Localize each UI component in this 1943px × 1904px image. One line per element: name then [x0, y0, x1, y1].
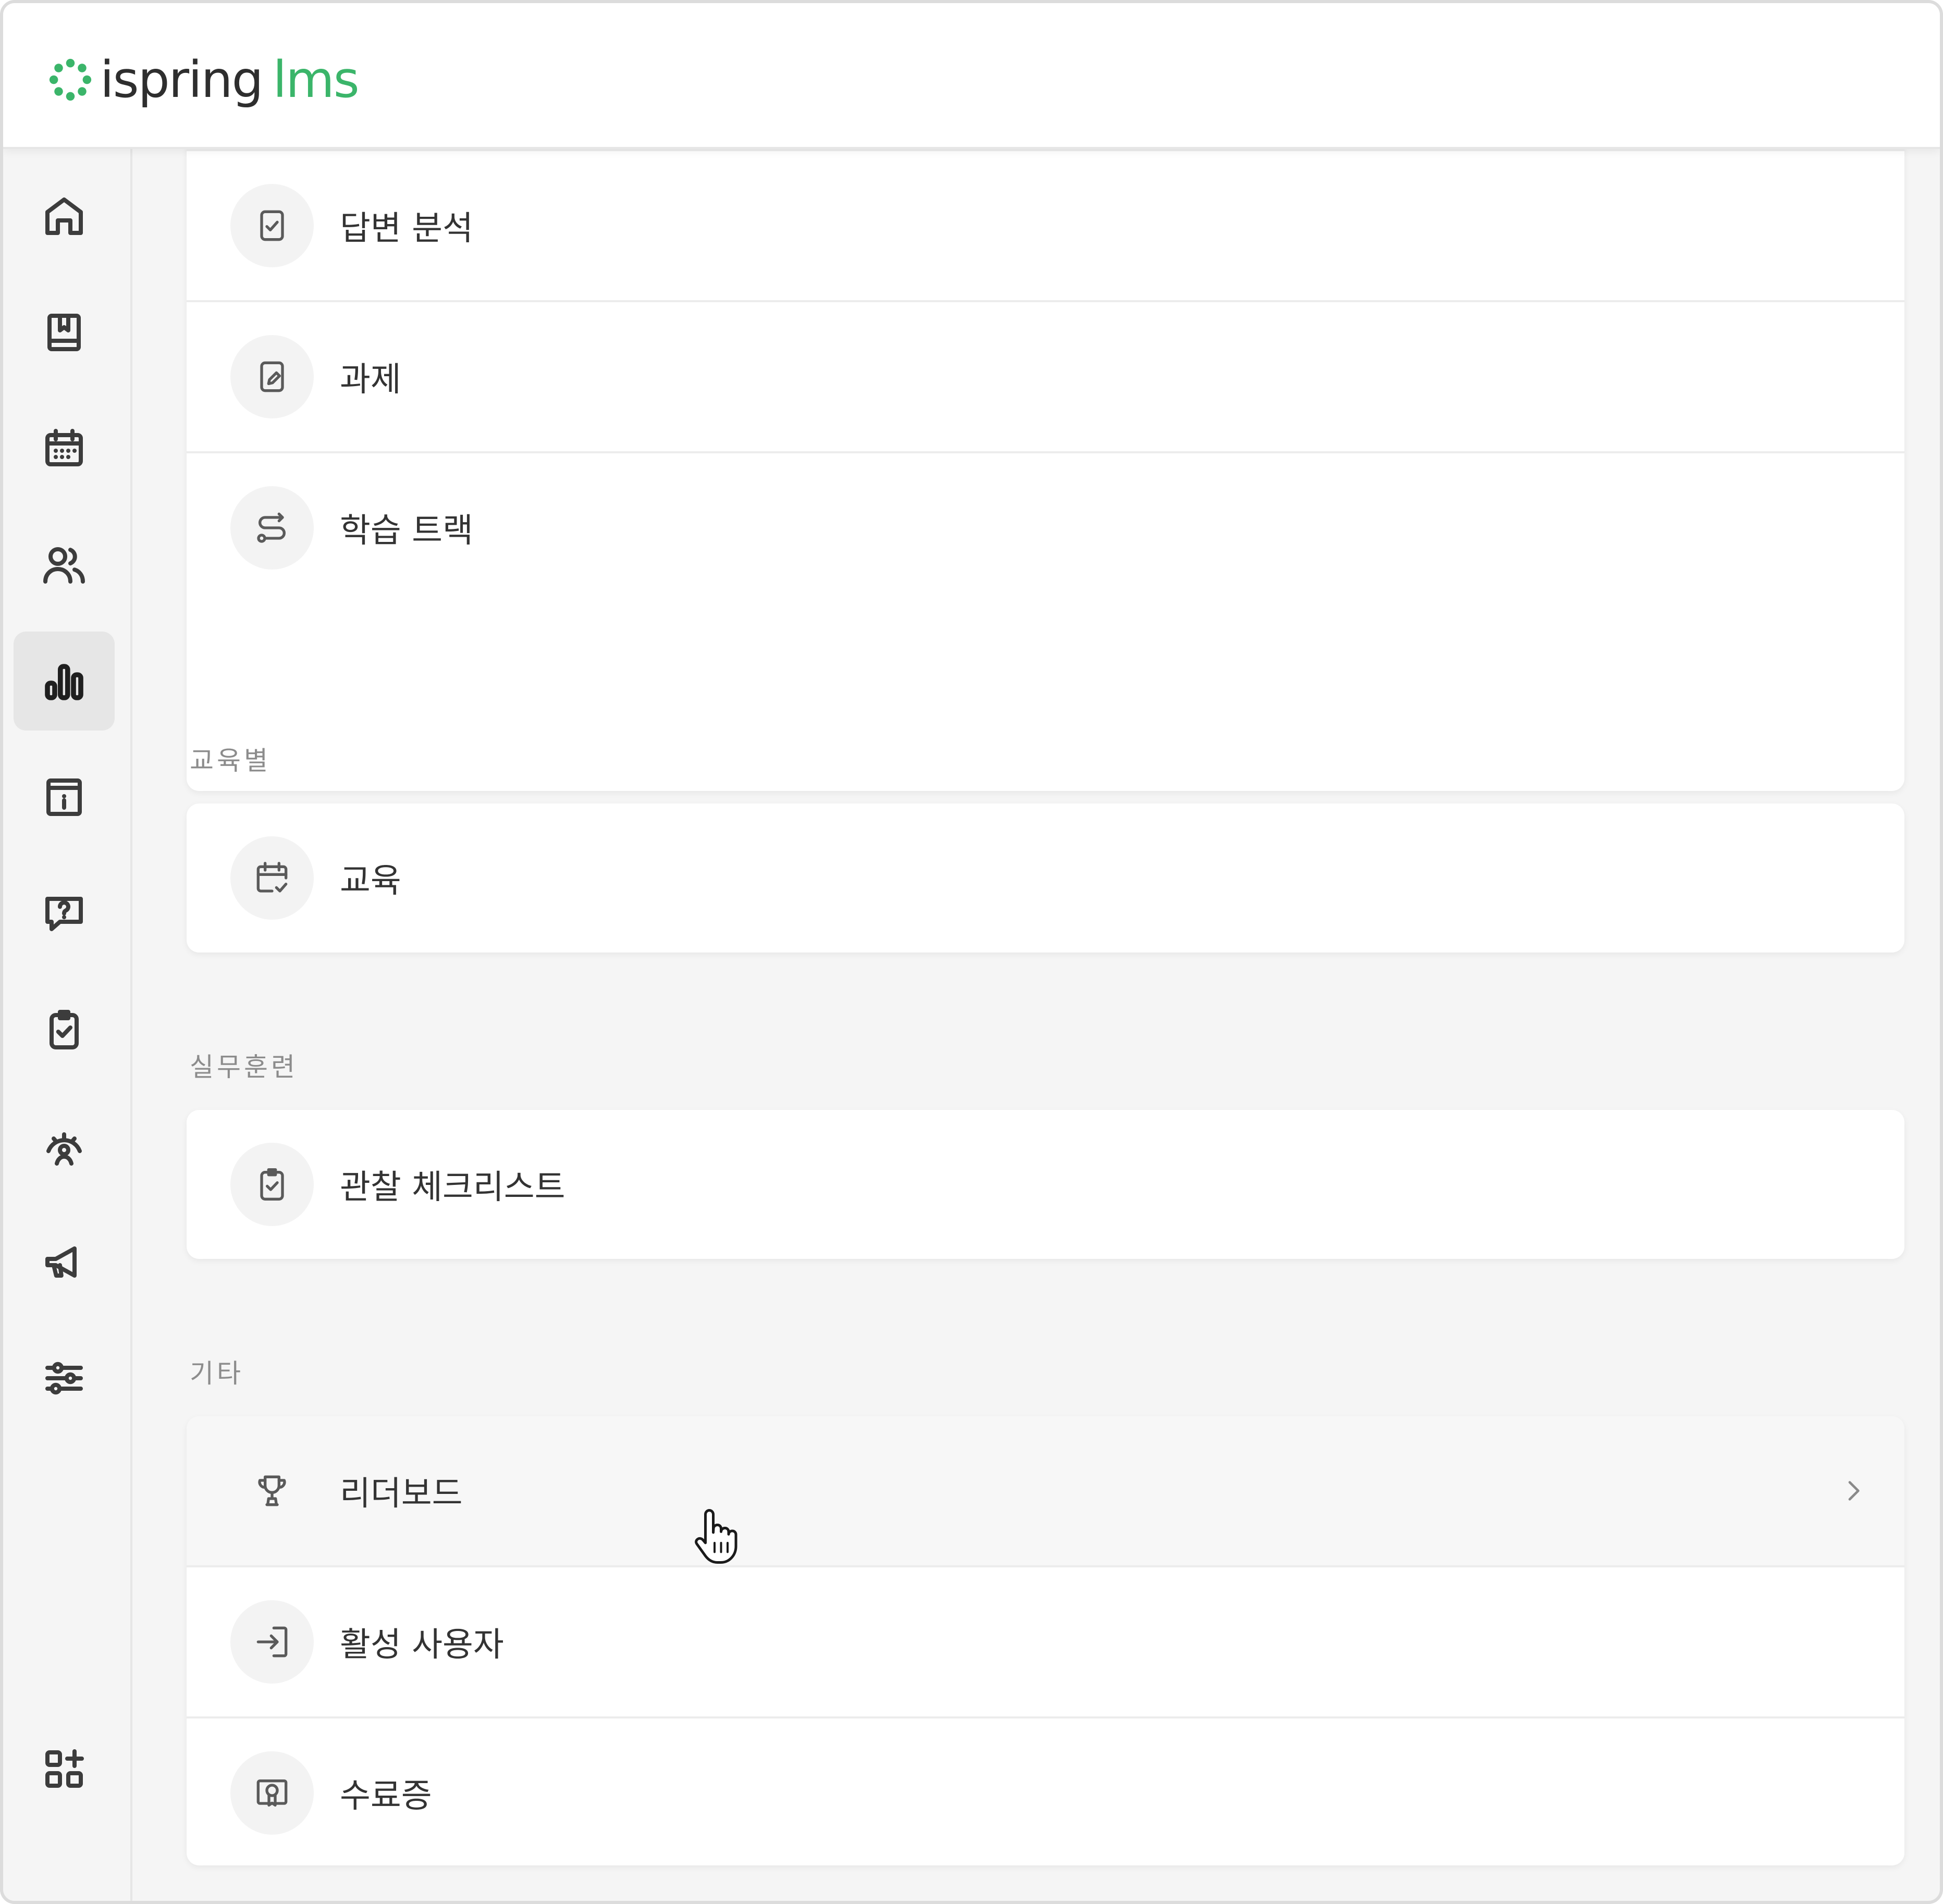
book-bookmark-icon	[47, 314, 81, 351]
ispring-logo-icon	[49, 58, 92, 101]
sign-in-icon	[256, 1626, 288, 1658]
sidebar-item-settings[interactable]	[14, 1329, 115, 1428]
report-item-label: 수료증	[340, 1777, 432, 1815]
sidebar-item-calendar[interactable]	[14, 399, 115, 498]
report-item-learning-tracks[interactable]: 학습 트랙	[187, 451, 1904, 602]
report-item-label: 리더보드	[340, 1475, 463, 1513]
row-icon	[230, 184, 314, 267]
sidebar-item-info[interactable]	[14, 748, 115, 847]
check-document-icon	[260, 210, 284, 241]
report-item-label: 활성 사용자	[340, 1626, 504, 1664]
users-icon	[43, 547, 85, 584]
sidebar-item-library[interactable]	[14, 283, 115, 382]
row-icon	[230, 1751, 314, 1835]
sidebar-item-questions[interactable]	[14, 864, 115, 963]
gauge-person-icon	[46, 1132, 82, 1166]
report-item-active-users[interactable]: 활성 사용자	[187, 1565, 1904, 1716]
report-item-leaderboard[interactable]: 리더보드	[187, 1416, 1904, 1565]
apps-plus-icon	[45, 1749, 84, 1788]
report-item-events[interactable]: 교육	[187, 803, 1904, 953]
sidebar-item-reports[interactable]	[14, 632, 115, 731]
calendar-check-icon	[256, 862, 288, 893]
report-item-label: 교육	[340, 862, 401, 900]
section-title-other: 기타	[190, 1358, 244, 1389]
sidebar-item-assessment[interactable]	[14, 1096, 115, 1195]
logo-product-text: lms	[273, 51, 360, 109]
reports-card-practice: 관찰 체크리스트	[187, 1110, 1904, 1259]
clipboard-check-icon	[50, 1010, 79, 1049]
logo[interactable]: ispring lms	[47, 51, 360, 109]
sidebar-item-home[interactable]	[14, 167, 115, 266]
sidebar-item-add-apps[interactable]	[14, 1720, 115, 1819]
report-item-label: 답변 분석	[340, 209, 473, 248]
megaphone-icon	[45, 1246, 77, 1278]
trophy-icon	[258, 1475, 286, 1506]
section-title-practice: 실무훈련	[190, 1052, 298, 1082]
reports-card-other: 리더보드 활성 사용자 수료증	[187, 1416, 1904, 1865]
sidebar	[3, 149, 132, 1901]
logo-brand-text: ispring	[100, 51, 264, 109]
report-item-assignments[interactable]: 과제	[187, 300, 1904, 451]
sidebar-item-news[interactable]	[14, 1213, 115, 1312]
report-item-certificates[interactable]: 수료증	[187, 1716, 1904, 1865]
edit-document-icon	[260, 361, 284, 392]
section-title-events: 교육별	[190, 746, 271, 776]
info-board-icon	[46, 778, 82, 816]
row-icon	[230, 1143, 314, 1226]
report-item-answer-analysis[interactable]: 답변 분석	[187, 149, 1904, 300]
sliders-icon	[45, 1362, 83, 1395]
route-icon	[257, 512, 286, 543]
sidebar-item-checklist[interactable]	[14, 980, 115, 1079]
reports-card-top: 답변 분석 과제 학습 트랙	[187, 107, 1904, 791]
row-icon	[230, 1600, 314, 1684]
calendar-icon	[45, 429, 83, 466]
hand-cursor-icon	[695, 1509, 737, 1564]
row-icon	[230, 1449, 314, 1532]
chevron-right-icon	[1839, 1476, 1868, 1505]
certificate-icon	[256, 1779, 288, 1807]
report-item-label: 과제	[340, 361, 401, 399]
report-item-label: 학습 트랙	[340, 512, 473, 550]
row-icon	[230, 335, 314, 418]
reports-card-events: 교육	[187, 803, 1904, 953]
sidebar-item-users[interactable]	[14, 515, 115, 614]
app-window: ispring lms 답변 분석 과제 학습 트랙 교육별 교육 실무훈련 관…	[0, 0, 1943, 1904]
report-item-label: 관찰 체크리스트	[340, 1168, 565, 1207]
home-icon	[45, 197, 83, 235]
reports-content: 답변 분석 과제 학습 트랙 교육별 교육 실무훈련 관찰 체크리스트 기타 리…	[132, 107, 1940, 1901]
row-icon	[230, 836, 314, 920]
report-item-observation-checklist[interactable]: 관찰 체크리스트	[187, 1110, 1904, 1259]
question-chat-icon	[45, 897, 83, 931]
bar-chart-icon	[45, 664, 83, 700]
clipboard-check-icon	[260, 1168, 284, 1201]
top-bar: ispring lms	[3, 3, 1940, 149]
row-icon	[230, 486, 314, 570]
